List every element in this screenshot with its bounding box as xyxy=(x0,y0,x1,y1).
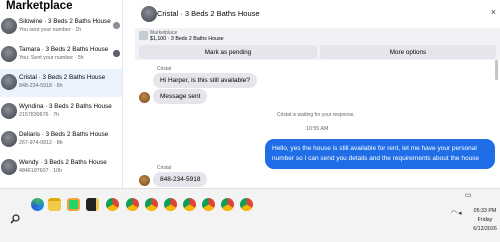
conversation-name: Tamara · 3 Beds 2 Baths House xyxy=(19,46,109,53)
conversation-name: Cristal · 3 Beds 2 Baths House xyxy=(19,74,106,81)
chrome-icon[interactable] xyxy=(202,198,215,211)
avatar xyxy=(1,131,17,147)
chrome-icon[interactable] xyxy=(164,198,177,211)
clock-day: Friday xyxy=(477,217,493,223)
system-clock[interactable]: 05:33 PM Friday 6/12/2026 xyxy=(470,207,500,234)
conversation-item-silowine[interactable]: Silowine · 3 Beds 2 Baths House You sent… xyxy=(0,13,122,41)
conversation-snippet: 4846197607 · 10h xyxy=(19,168,63,174)
listing-price[interactable]: $1,100 · 3 Beds 2 Baths House xyxy=(150,36,224,42)
listing-thumbnail-icon xyxy=(112,21,121,30)
sender-name: Cristal xyxy=(157,165,172,171)
outgoing-message: Hello, yes the house is still available … xyxy=(265,139,495,169)
listing-thumbnail-icon xyxy=(112,49,121,58)
conversation-sidebar: Marketplace Silowine · 3 Beds 2 Baths Ho… xyxy=(0,0,123,188)
chrome-icon[interactable] xyxy=(221,198,234,211)
conversation-snippet: 848-234-5918 · 6h xyxy=(19,83,63,89)
edge-icon[interactable] xyxy=(31,198,44,211)
search-icon[interactable] xyxy=(10,214,20,224)
wifi-icon[interactable]: ◠ xyxy=(451,209,457,217)
listing-thumbnail[interactable] xyxy=(139,31,148,40)
conversation-item-deliaris[interactable]: Deliaris · 3 Beds 2 Baths House 267-974-… xyxy=(0,126,122,154)
chrome-icon[interactable] xyxy=(106,198,119,211)
taskbar: ▭ ◠ ◂ 05:33 PM Friday 6/12/2026 xyxy=(0,188,500,242)
sender-name: Cristal xyxy=(157,66,172,72)
chat-title[interactable]: Cristal · 3 Beds 2 Baths House xyxy=(157,9,260,18)
conversation-snippet: 2157830676 · 7h xyxy=(19,112,60,118)
listing-bar: Marketplace $1,100 · 3 Beds 2 Baths Hous… xyxy=(135,28,500,60)
chrome-icon[interactable] xyxy=(183,198,196,211)
sticky-notes-icon[interactable] xyxy=(86,198,99,211)
conversation-snippet: You: Sent your number · 5h xyxy=(19,55,84,61)
avatar xyxy=(1,18,17,34)
chrome-icon[interactable] xyxy=(240,198,253,211)
more-options-button[interactable]: More options xyxy=(320,45,496,59)
mark-as-pending-button[interactable]: Mark as pending xyxy=(139,45,317,59)
chrome-icon[interactable] xyxy=(145,198,158,211)
conversation-name: Wendy · 3 Beds 2 Baths House xyxy=(19,159,107,166)
speaker-icon[interactable]: ◂ xyxy=(458,209,462,217)
incoming-message: 848-234-5918 xyxy=(153,172,208,187)
sidebar-title: Marketplace xyxy=(6,0,73,12)
conversation-name: Deliaris · 3 Beds 2 Baths House xyxy=(19,131,109,138)
chat-avatar[interactable] xyxy=(141,6,157,22)
chrome-icon[interactable] xyxy=(126,198,139,211)
conversation-item-wendy[interactable]: Wendy · 3 Beds 2 Baths House 4846197607 … xyxy=(0,154,122,182)
avatar xyxy=(1,74,17,90)
sender-avatar[interactable] xyxy=(139,175,150,186)
message-thread: Cristal Hi Harper, is this still availab… xyxy=(135,60,500,188)
conversation-item-wyndina[interactable]: Wyndina · 3 Beds 2 Baths House 215783067… xyxy=(0,98,122,126)
sender-avatar[interactable] xyxy=(139,92,150,103)
conversation-item-tamara[interactable]: Tamara · 3 Beds 2 Baths House You: Sent … xyxy=(0,41,122,69)
incoming-message: Message sent xyxy=(153,89,208,104)
file-explorer-icon[interactable] xyxy=(48,198,61,211)
clock-time: 05:33 PM xyxy=(473,208,497,214)
conversation-snippet: 267-974-0812 · 8h xyxy=(19,140,63,146)
avatar xyxy=(1,103,17,119)
message-timestamp: 10:55 AM xyxy=(306,126,329,132)
close-icon[interactable]: × xyxy=(491,7,496,17)
conversation-name: Wyndina · 3 Beds 2 Baths House xyxy=(19,103,112,110)
waiting-notice: Cristal is waiting for your response. xyxy=(277,112,355,118)
whatsapp-icon[interactable] xyxy=(67,198,80,211)
conversation-item-cristal[interactable]: Cristal · 3 Beds 2 Baths House 848-234-5… xyxy=(0,69,122,97)
incoming-message: Hi Harper, is this still available? xyxy=(153,73,257,88)
chat-header: Cristal · 3 Beds 2 Baths House × xyxy=(135,0,500,28)
battery-icon[interactable]: ▭ xyxy=(465,191,472,199)
clock-date: 6/12/2026 xyxy=(473,226,497,232)
scrollbar[interactable] xyxy=(495,60,498,80)
conversation-name: Silowine · 3 Beds 2 Baths House xyxy=(19,18,111,25)
conversation-snippet: You sent your number · 1h xyxy=(19,27,82,33)
avatar xyxy=(1,46,17,62)
avatar xyxy=(1,159,17,175)
